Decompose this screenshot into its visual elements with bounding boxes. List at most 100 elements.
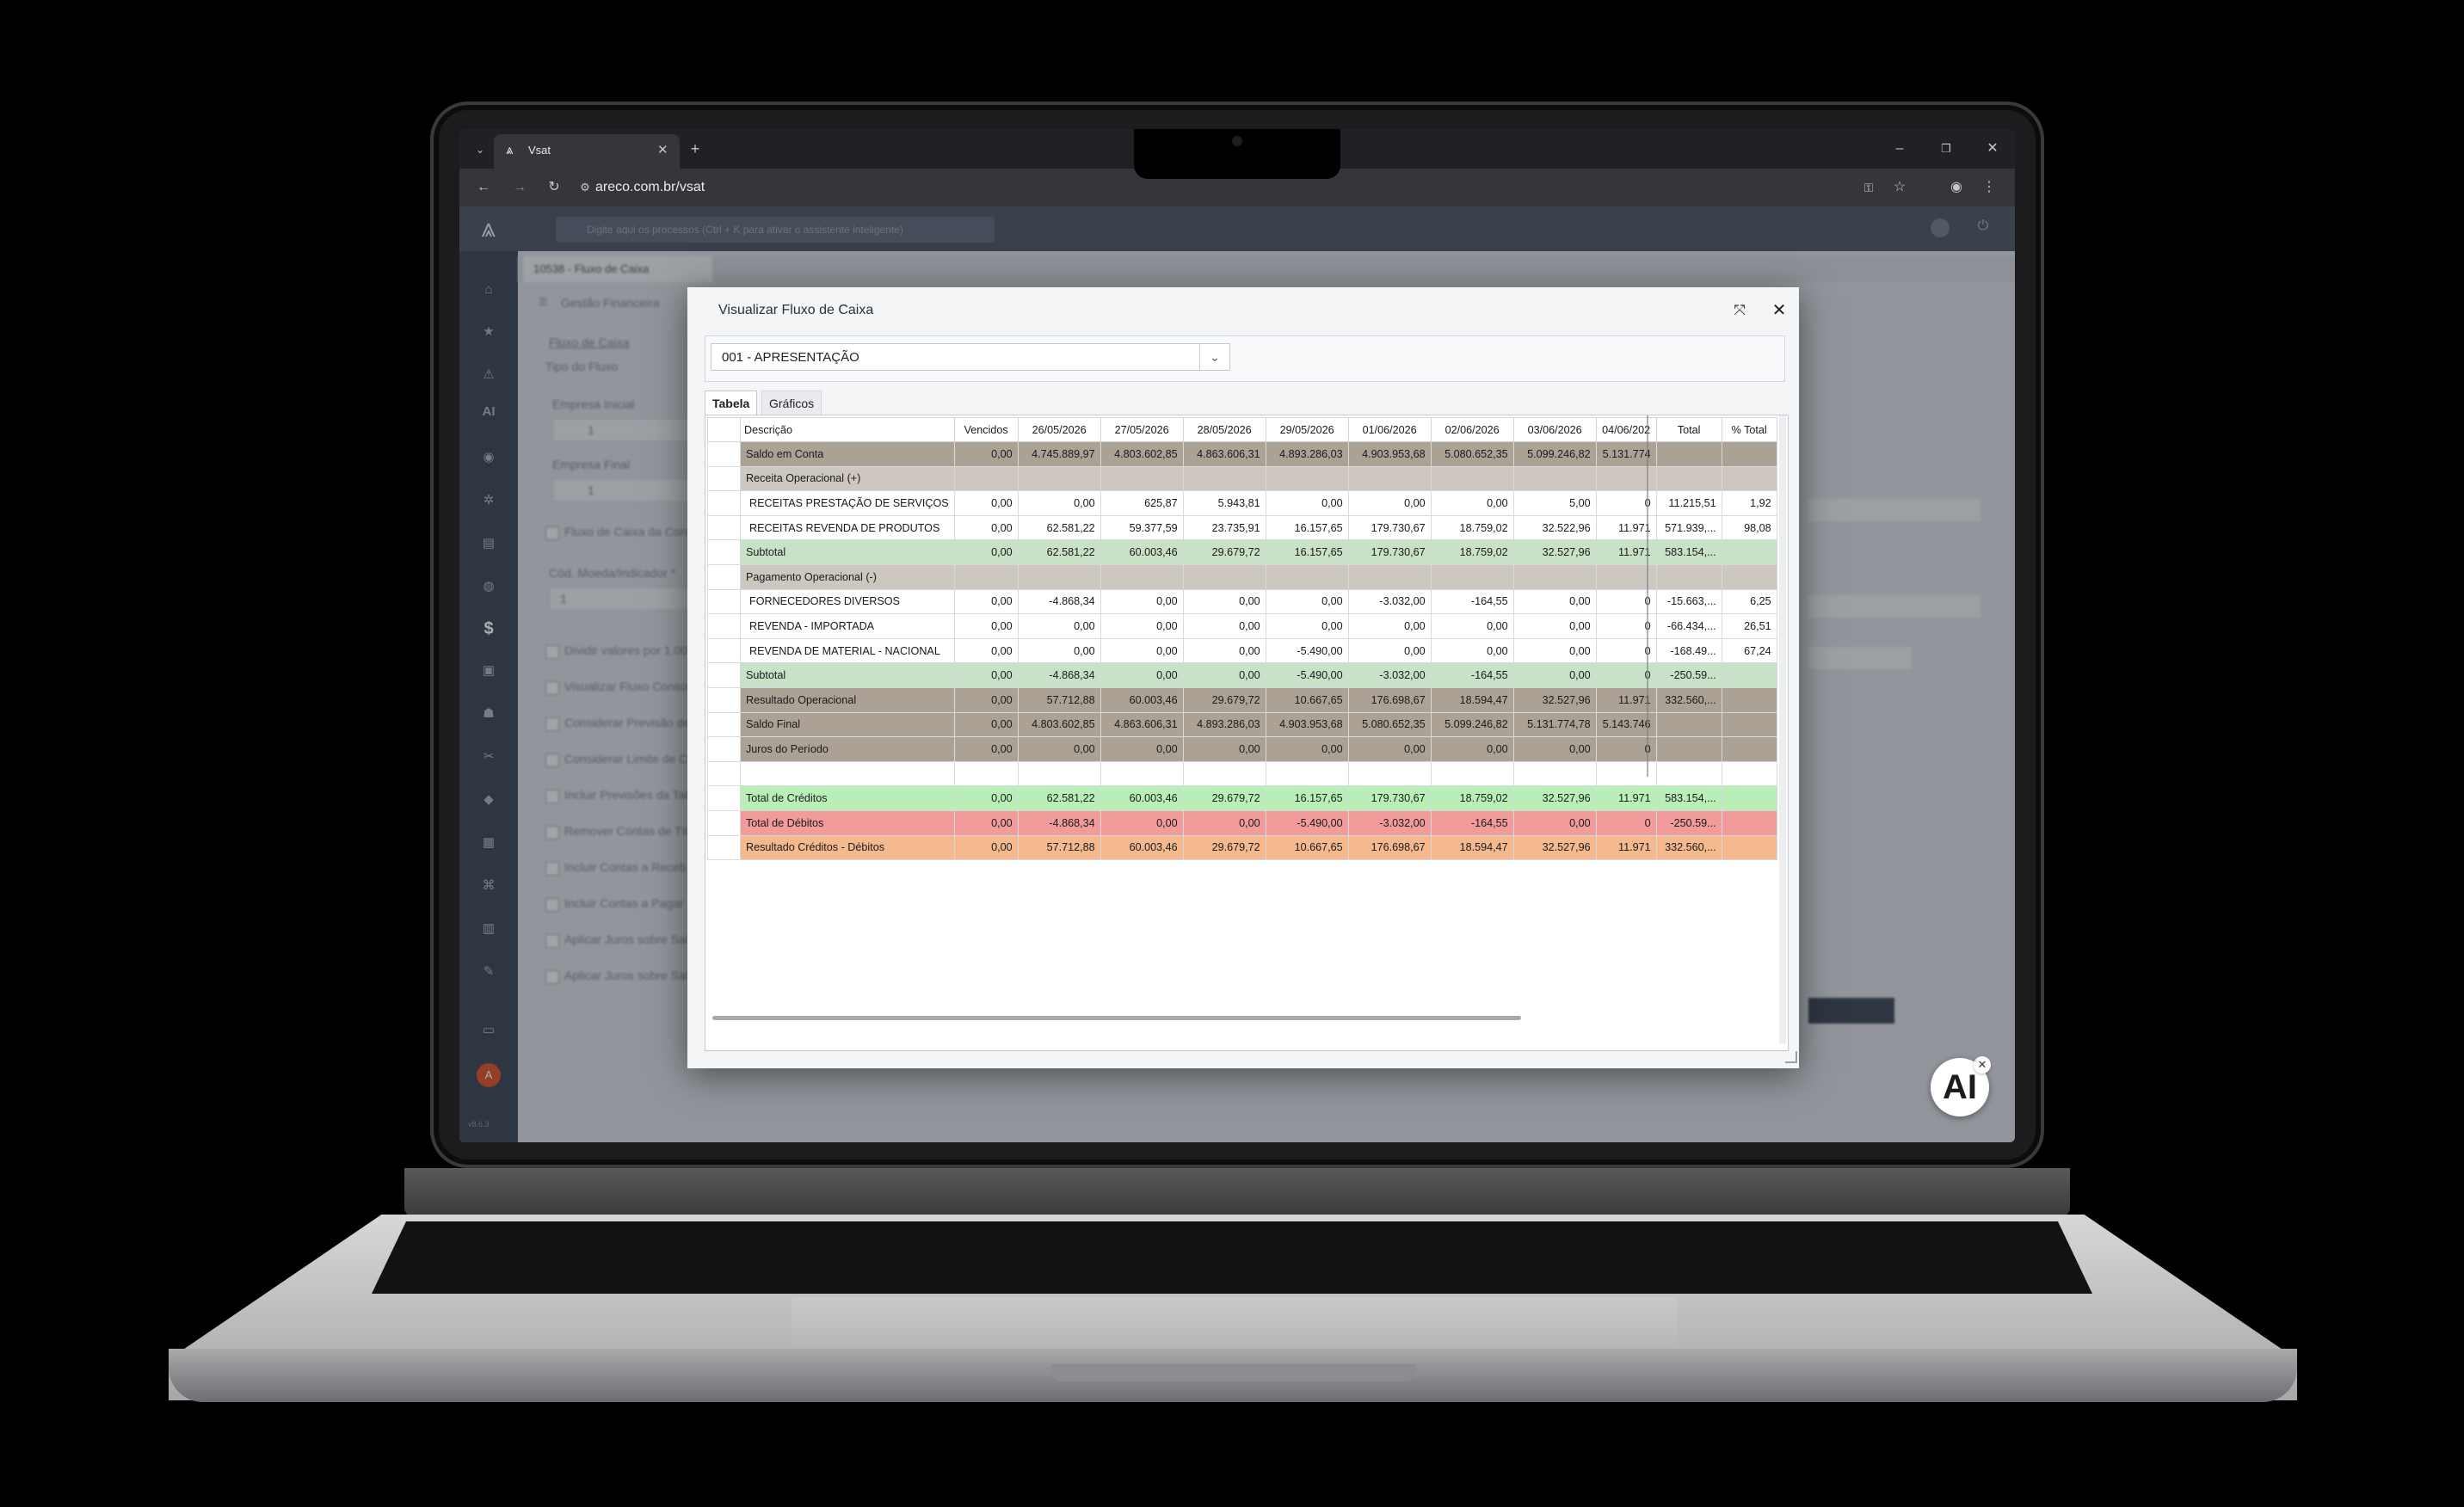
tab-graficos[interactable]: Gráficos <box>761 391 822 416</box>
site-info-icon[interactable]: ⚙ <box>576 179 594 196</box>
table-row[interactable]: Juros do Período 0,00 0,00 0,00 0,00 0,00 0,00… <box>707 736 1777 762</box>
back-icon[interactable]: ← <box>475 179 492 196</box>
row-description: Pagamento Operacional (-) <box>740 563 955 590</box>
table-row[interactable]: RECEITAS REVENDA DE PRODUTOS 0,00 62.581,2… <box>707 514 1777 541</box>
window-close-icon[interactable]: ✕ <box>1984 140 2001 157</box>
column-header[interactable]: 03/06/2026 <box>1512 417 1597 442</box>
table-row[interactable]: Receita Operacional (+) <box>707 465 1777 492</box>
reload-icon[interactable]: ↻ <box>545 179 563 196</box>
table-cell: 11.971 <box>1595 785 1657 811</box>
row-description: Total de Débitos <box>740 809 955 836</box>
column-header[interactable]: 27/05/2026 <box>1100 417 1184 442</box>
dialog-close-icon[interactable]: ✕ <box>1768 299 1790 322</box>
column-header[interactable]: Vencidos <box>953 417 1019 442</box>
profile-icon[interactable]: ◉ <box>1948 179 1965 196</box>
table-row[interactable]: Total de Débitos 0,00 -4.868,34 0,00 0,00 -5.… <box>707 809 1777 836</box>
column-header[interactable]: Descrição <box>740 417 955 442</box>
table-cell <box>1182 465 1266 492</box>
table-row[interactable]: Resultado Créditos - Débitos 0,00 57.712,8… <box>707 834 1777 861</box>
table-row[interactable]: Total de Créditos 0,00 62.581,22 60.003,46 2… <box>707 785 1777 811</box>
column-header[interactable]: 01/06/2026 <box>1347 417 1432 442</box>
table-row[interactable]: Subtotal 0,00 -4.868,34 0,00 0,00 -5.490,00 -3… <box>707 662 1777 688</box>
ai-badge-close-icon[interactable]: ✕ <box>1974 1056 1991 1073</box>
table-cell <box>1721 465 1777 492</box>
table-cell: 179.730,67 <box>1347 785 1432 811</box>
table-cell: 625,87 <box>1100 490 1184 516</box>
table-cell: 4.893.286,03 <box>1182 711 1266 738</box>
table-cell: 0,00 <box>1430 613 1514 639</box>
table-row[interactable]: RECEITAS PRESTAÇÃO DE SERVIÇOS 0,00 0,00 62… <box>707 490 1777 516</box>
row-selector[interactable] <box>707 785 741 811</box>
table-cell: 0,00 <box>1512 662 1597 688</box>
table-row[interactable]: Pagamento Operacional (-) <box>707 563 1777 590</box>
browser-menu-icon[interactable]: ⋮ <box>1980 179 1998 196</box>
new-tab-icon[interactable]: + <box>687 140 704 157</box>
table-cell: 0,00 <box>953 613 1019 639</box>
row-selector[interactable] <box>707 613 741 639</box>
row-selector[interactable] <box>707 637 741 664</box>
table-cell: 0,00 <box>1182 613 1266 639</box>
table-cell: -5.490,00 <box>1265 637 1349 664</box>
table-cell: 32.522,96 <box>1512 514 1597 541</box>
laptop-screen: ⌄ ⩓ Vsat ✕ + – ❐ ✕ ← → ↻ ⚙ areco.com.br/… <box>459 129 2015 1142</box>
table-cell: 0,00 <box>1430 490 1514 516</box>
table-cell: 5,00 <box>1512 490 1597 516</box>
table-cell <box>953 760 1019 787</box>
table-row[interactable]: Saldo Final 0,00 4.803.602,85 4.863.606,31 4… <box>707 711 1777 738</box>
table-cell <box>1655 563 1722 590</box>
column-header[interactable]: 02/06/2026 <box>1430 417 1514 442</box>
row-selector[interactable] <box>707 760 741 787</box>
row-selector[interactable] <box>707 736 741 762</box>
tab-close-icon[interactable]: ✕ <box>657 142 668 157</box>
table-row[interactable]: Subtotal 0,00 62.581,22 60.003,46 29.679,72 1… <box>707 539 1777 565</box>
resize-grip-icon[interactable] <box>1785 1051 1797 1063</box>
table-cell: 11.971 <box>1595 834 1657 861</box>
table-row[interactable]: REVENDA DE MATERIAL - NACIONAL 0,00 0,00 0,… <box>707 637 1777 664</box>
row-selector[interactable] <box>707 441 741 467</box>
restore-icon[interactable]: ❐ <box>1937 140 1955 157</box>
row-selector[interactable] <box>707 711 741 738</box>
row-selector[interactable] <box>707 809 741 836</box>
table-row[interactable]: FORNECEDORES DIVERSOS 0,00 -4.868,34 0,00 0,… <box>707 588 1777 615</box>
cash-flow-select[interactable]: 001 - APRESENTAÇÃO ⌄ <box>711 343 1230 371</box>
vertical-scrollbar[interactable] <box>1779 415 1786 1043</box>
browser-tab[interactable]: ⩓ Vsat ✕ <box>494 134 680 169</box>
table-row[interactable] <box>707 760 1777 787</box>
tab-tabela[interactable]: Tabela <box>705 391 758 415</box>
row-selector[interactable] <box>707 563 741 590</box>
column-header[interactable]: 26/05/2026 <box>1017 417 1101 442</box>
row-selector[interactable] <box>707 539 741 565</box>
bookmark-star-icon[interactable]: ☆ <box>1891 179 1908 196</box>
table-row[interactable]: Saldo em Conta 0,00 4.745.889,97 4.803.602,… <box>707 441 1777 467</box>
password-key-icon[interactable]: ⚿ <box>1860 179 1877 196</box>
horizontal-scrollbar[interactable] <box>712 1016 1521 1020</box>
chevron-down-icon[interactable]: ⌄ <box>1199 344 1229 370</box>
table-row[interactable]: Resultado Operacional 0,00 57.712,88 60.003… <box>707 686 1777 713</box>
table-cell <box>1721 809 1777 836</box>
table-cell: 0,00 <box>1017 490 1101 516</box>
table-cell: 0,00 <box>1347 736 1432 762</box>
row-selector[interactable] <box>707 834 741 861</box>
table-cell: 0,00 <box>1512 736 1597 762</box>
column-header[interactable]: % Total <box>1721 417 1777 442</box>
column-header[interactable]: Total <box>1655 417 1722 442</box>
row-selector[interactable] <box>707 514 741 541</box>
maximize-icon[interactable]: ⤧ <box>1728 299 1751 322</box>
table-cell <box>1655 711 1722 738</box>
table-row[interactable]: REVENDA - IMPORTADA 0,00 0,00 0,00 0,00 0,00 0… <box>707 613 1777 639</box>
row-selector[interactable] <box>707 588 741 615</box>
row-selector[interactable] <box>707 465 741 492</box>
tab-list-chevron-icon[interactable]: ⌄ <box>471 141 489 158</box>
table-cell: 0,00 <box>953 834 1019 861</box>
minimize-icon[interactable]: – <box>1891 140 1908 157</box>
table-cell: 0,00 <box>1100 637 1184 664</box>
table-cell <box>1512 563 1597 590</box>
column-header[interactable]: 29/05/2026 <box>1265 417 1349 442</box>
column-header[interactable]: 28/05/2026 <box>1182 417 1266 442</box>
row-selector[interactable] <box>707 662 741 688</box>
row-selector[interactable] <box>707 686 741 713</box>
row-selector[interactable] <box>707 490 741 516</box>
row-description: FORNECEDORES DIVERSOS <box>740 588 955 615</box>
forward-icon[interactable]: → <box>511 179 528 196</box>
selector-panel: 001 - APRESENTAÇÃO ⌄ <box>705 335 1785 382</box>
